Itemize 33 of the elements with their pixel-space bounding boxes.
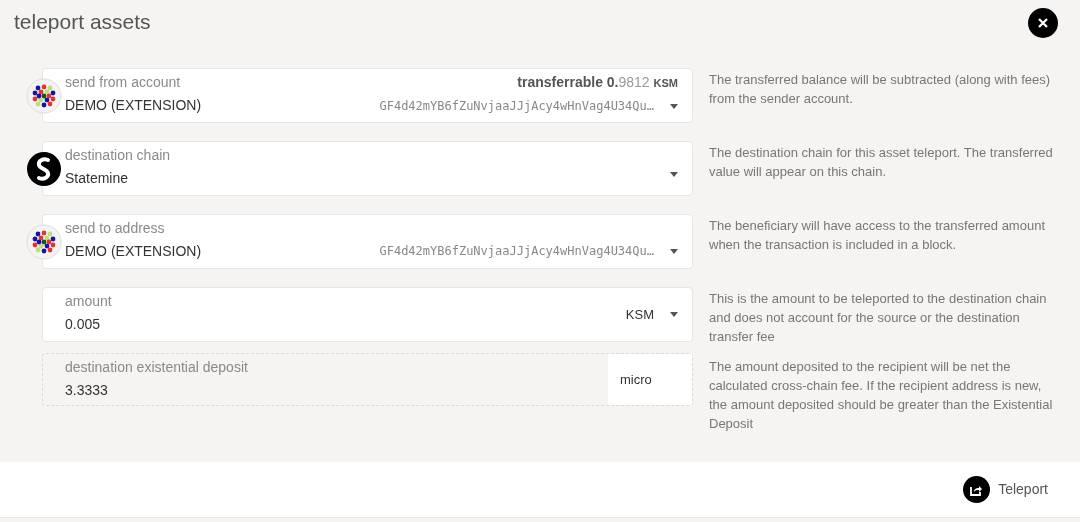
input-field[interactable]: amount 0.005 KSM — [42, 287, 693, 342]
caret-icon — [670, 103, 678, 109]
dropdown-field[interactable]: destination chain Statemine — [42, 141, 693, 196]
help-text: This is the amount to be teleported to the destination chain and does not account for the source or the destination transfer fee — [709, 290, 1048, 346]
help-text: The destination chain for this asset teleport. The transferred value will appear on this chain. — [709, 144, 1054, 181]
help-text: The transferred balance will be subtracted (along with fees) from the sender account. — [709, 71, 1052, 108]
caret-icon — [670, 248, 678, 254]
unit-text: micro — [608, 354, 692, 405]
close-button[interactable] — [1028, 8, 1058, 38]
close-icon — [1038, 18, 1048, 28]
caret-icon — [670, 172, 678, 177]
field-label: amount — [65, 292, 113, 311]
field-label: send from account — [65, 73, 182, 92]
account-address: GF4d42mYB6fZuNvjaaJJjAcy4wHnVag4U34Qu… — [379, 98, 654, 115]
field-value: DEMO (EXTENSION) — [65, 96, 203, 115]
share-icon — [970, 483, 984, 496]
unit-selector[interactable]: KSM — [625, 304, 654, 325]
account-address: GF4d42mYB6fZuNvjaaJJjAcy4wHnVag4U34Qu… — [379, 243, 654, 260]
dropdown-field[interactable]: send from account DEMO (EXTENSION) transferrable 0.9812 KSM GF4d42mYB6fZuNvjaaJJjAcy4wHnVag4U34Qu… — [42, 68, 693, 123]
dropdown-field[interactable]: send to address DEMO (EXTENSION) GF4d42mYB6fZuNvjaaJJjAcy4wHnVag4U34Qu… — [42, 214, 693, 269]
teleport-button[interactable]: Teleport — [963, 476, 1048, 503]
help-text: The amount deposited to the recipient will be net the calculated cross-chain fee. If the recipient address is new, the amount deposited should be greater than the Existential Deposit — [709, 358, 1054, 433]
field-label: send to address — [65, 219, 166, 238]
dialog-title: teleport assets — [14, 9, 151, 36]
field-value: Statemine — [65, 169, 130, 188]
help-text: The beneficiary will have access to the transferred amount when the transaction is included in a block. — [709, 217, 1046, 254]
field-label: destination chain — [65, 146, 172, 165]
field-value: 3.3333 — [65, 381, 109, 400]
caret-icon — [670, 312, 678, 317]
field-value: 0.005 — [65, 315, 102, 334]
field-label: destination existential deposit — [65, 358, 249, 377]
balance-text: transferrable 0.9812 KSM — [517, 73, 678, 92]
field-value: DEMO (EXTENSION) — [65, 242, 203, 261]
